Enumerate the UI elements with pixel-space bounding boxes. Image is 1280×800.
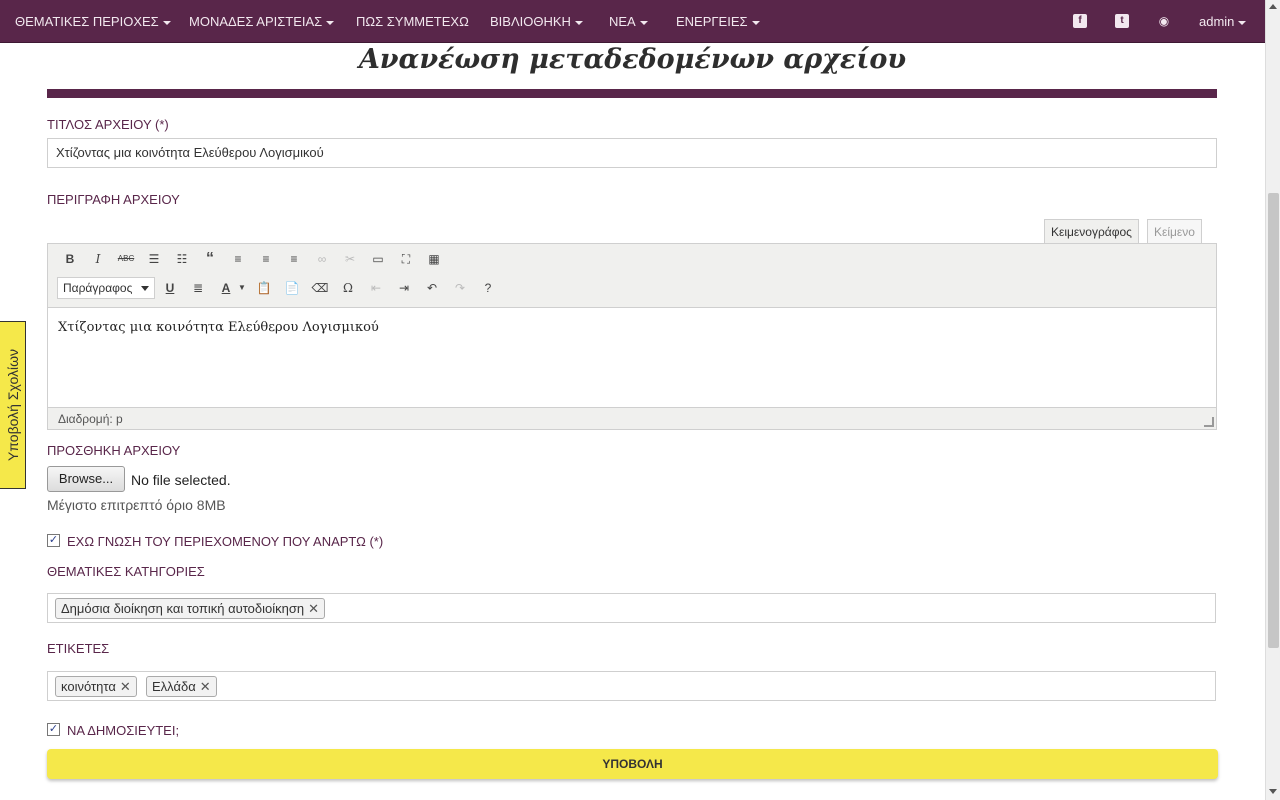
- submit-button[interactable]: ΥΠΟΒΟΛΗ: [47, 749, 1218, 779]
- editor-path: Διαδρομή: p: [58, 412, 123, 426]
- remove-tag-icon[interactable]: ✕: [200, 679, 211, 694]
- outdent-icon[interactable]: ⇤: [366, 278, 386, 298]
- file-title-input[interactable]: Χτίζοντας μια κοινότητα Ελεύθερου Λογισμ…: [47, 138, 1217, 168]
- link-icon[interactable]: ∞: [312, 249, 332, 269]
- nav-item-how-to-participate[interactable]: ΠΩΣ ΣΥΜΜΕΤΕΧΩ: [356, 0, 469, 43]
- caret-down-icon: [751, 20, 760, 25]
- nav-item-library[interactable]: ΒΙΒΛΙΟΘΗΚΗ: [490, 0, 583, 43]
- tag-item: κοινότητα ✕: [55, 676, 137, 697]
- caret-down-icon: [326, 20, 335, 25]
- align-center-icon[interactable]: ≡: [256, 249, 276, 269]
- align-left-icon[interactable]: ≡: [228, 249, 248, 269]
- page-scrollbar[interactable]: [1265, 0, 1280, 800]
- categories-input[interactable]: Δημόσια διοίκηση και τοπική αυτοδιοίκηση…: [47, 593, 1216, 623]
- tag-item: Ελλάδα ✕: [146, 676, 217, 697]
- acknowledge-checkbox[interactable]: ✓: [47, 534, 60, 547]
- acknowledge-label: ΕΧΩ ΓΝΩΣΗ ΤΟΥ ΠΕΡΙΕΧΟΜΕΝΟΥ ΠΟΥ ΑΝΑΡΤΩ (*…: [67, 534, 384, 549]
- browse-button[interactable]: Browse...: [47, 466, 125, 492]
- bullet-list-icon[interactable]: ☰: [144, 249, 164, 269]
- title-divider: [47, 89, 1217, 98]
- remove-tag-icon[interactable]: ✕: [308, 601, 319, 616]
- help-icon[interactable]: ?: [478, 278, 498, 298]
- file-status: No file selected.: [131, 472, 231, 488]
- nav-item-thematic-areas[interactable]: ΘΕΜΑΤΙΚΕΣ ΠΕΡΙΟΧΕΣ: [15, 0, 171, 43]
- nav-label: ΝΕΑ: [609, 14, 636, 29]
- attachment-label: ΠΡΟΣΘΗΚΗ ΑΡΧΕΙΟΥ: [47, 443, 181, 458]
- paste-word-icon[interactable]: 📄: [282, 278, 302, 298]
- facebook-icon[interactable]: f: [1073, 14, 1087, 28]
- caret-down-icon: [574, 20, 583, 25]
- nav-item-actions[interactable]: ΕΝΕΡΓΕΙΕΣ: [676, 0, 760, 43]
- fullscreen-icon[interactable]: ⛶: [396, 249, 416, 269]
- editor-content-area[interactable]: Χτίζοντας μια κοινότητα Ελεύθερου Λογισμ…: [48, 307, 1216, 408]
- more-tag-icon[interactable]: ▭: [368, 249, 388, 269]
- clear-format-icon[interactable]: ⌫: [310, 278, 330, 298]
- scroll-down-icon[interactable]: [1269, 789, 1277, 794]
- remove-tag-icon[interactable]: ✕: [120, 679, 131, 694]
- italic-icon[interactable]: I: [88, 249, 108, 269]
- caret-down-icon: [639, 20, 648, 25]
- paragraph-format-select[interactable]: Παράγραφος: [57, 277, 155, 299]
- nav-item-excellence-units[interactable]: ΜΟΝΑΔΕΣ ΑΡΙΣΤΕΙΑΣ: [189, 0, 335, 43]
- underline-icon[interactable]: U: [160, 278, 180, 298]
- description-label: ΠΕΡΙΓΡΑΦΗ ΑΡΧΕΙΟΥ: [47, 192, 180, 207]
- nav-label: ΜΟΝΑΔΕΣ ΑΡΙΣΤΕΙΑΣ: [189, 14, 323, 29]
- page-title: Ανανέωση μεταδεδομένων αρχείου: [358, 44, 907, 75]
- toolbar-toggle-icon[interactable]: ▦: [424, 249, 444, 269]
- file-title-label: ΤΙΤΛΟΣ ΑΡΧΕΙΟΥ (*): [47, 117, 169, 132]
- unlink-icon[interactable]: ✂: [340, 249, 360, 269]
- chevron-down-icon[interactable]: ▼: [232, 278, 252, 298]
- indent-icon[interactable]: ⇥: [394, 278, 414, 298]
- feedback-tab-label: Υποβολή Σχολίων: [4, 348, 21, 462]
- rss-icon[interactable]: ◉: [1157, 14, 1171, 28]
- nav-label: ΠΩΣ ΣΥΜΜΕΤΕΧΩ: [356, 14, 469, 29]
- undo-icon[interactable]: ↶: [422, 278, 442, 298]
- scroll-up-icon[interactable]: [1269, 4, 1277, 9]
- strikethrough-icon[interactable]: ABC: [116, 249, 136, 269]
- nav-label: ΒΙΒΛΙΟΘΗΚΗ: [490, 14, 571, 29]
- caret-down-icon: [162, 20, 171, 25]
- user-name: admin: [1199, 14, 1235, 29]
- redo-icon[interactable]: ↷: [450, 278, 470, 298]
- justify-icon[interactable]: ≣: [188, 278, 208, 298]
- category-tag: Δημόσια διοίκηση και τοπική αυτοδιοίκηση…: [55, 598, 326, 619]
- tags-label: ΕΤΙΚΕΤΕΣ: [47, 641, 110, 656]
- tab-visual-editor[interactable]: Κειμενογράφος: [1044, 219, 1139, 244]
- scroll-thumb[interactable]: [1268, 193, 1279, 648]
- tags-input[interactable]: κοινότητα ✕ Ελλάδα ✕: [47, 671, 1216, 701]
- user-menu[interactable]: admin: [1199, 0, 1247, 43]
- resize-handle[interactable]: [1204, 417, 1214, 427]
- bold-icon[interactable]: B: [60, 249, 80, 269]
- nav-label: ΘΕΜΑΤΙΚΕΣ ΠΕΡΙΟΧΕΣ: [15, 14, 159, 29]
- feedback-side-tab[interactable]: Υποβολή Σχολίων: [0, 321, 26, 489]
- tag-label: Ελλάδα: [152, 679, 196, 694]
- twitter-icon[interactable]: t: [1115, 14, 1129, 28]
- tag-label: Δημόσια διοίκηση και τοπική αυτοδιοίκηση: [61, 601, 305, 616]
- blockquote-icon[interactable]: “: [200, 249, 220, 269]
- paste-text-icon[interactable]: 📋: [254, 278, 274, 298]
- publish-checkbox[interactable]: ✓: [47, 723, 60, 736]
- max-size-hint: Μέγιστο επιτρεπτό όριο 8MB: [47, 497, 226, 513]
- chevron-down-icon: [141, 286, 149, 291]
- caret-down-icon: [1238, 20, 1247, 25]
- tab-text-editor[interactable]: Κείμενο: [1147, 219, 1202, 244]
- nav-label: ΕΝΕΡΓΕΙΕΣ: [676, 14, 748, 29]
- numbered-list-icon[interactable]: ☷: [172, 249, 192, 269]
- categories-label: ΘΕΜΑΤΙΚΕΣ ΚΑΤΗΓΟΡΙΕΣ: [47, 564, 205, 579]
- tag-label: κοινότητα: [61, 679, 116, 694]
- publish-label: ΝΑ ΔΗΜΟΣΙΕΥΤΕΙ;: [67, 723, 180, 738]
- align-right-icon[interactable]: ≡: [284, 249, 304, 269]
- special-char-icon[interactable]: Ω: [338, 278, 358, 298]
- top-navbar: ΘΕΜΑΤΙΚΕΣ ΠΕΡΙΟΧΕΣ ΜΟΝΑΔΕΣ ΑΡΙΣΤΕΙΑΣ ΠΩΣ…: [0, 0, 1265, 43]
- format-select-value: Παράγραφος: [63, 281, 133, 295]
- rich-text-editor: B I ABC ☰ ☷ “ ≡ ≡ ≡ ∞ ✂ ▭ ⛶ ▦ Παράγραφος…: [47, 243, 1217, 430]
- nav-item-news[interactable]: ΝΕΑ: [609, 0, 648, 43]
